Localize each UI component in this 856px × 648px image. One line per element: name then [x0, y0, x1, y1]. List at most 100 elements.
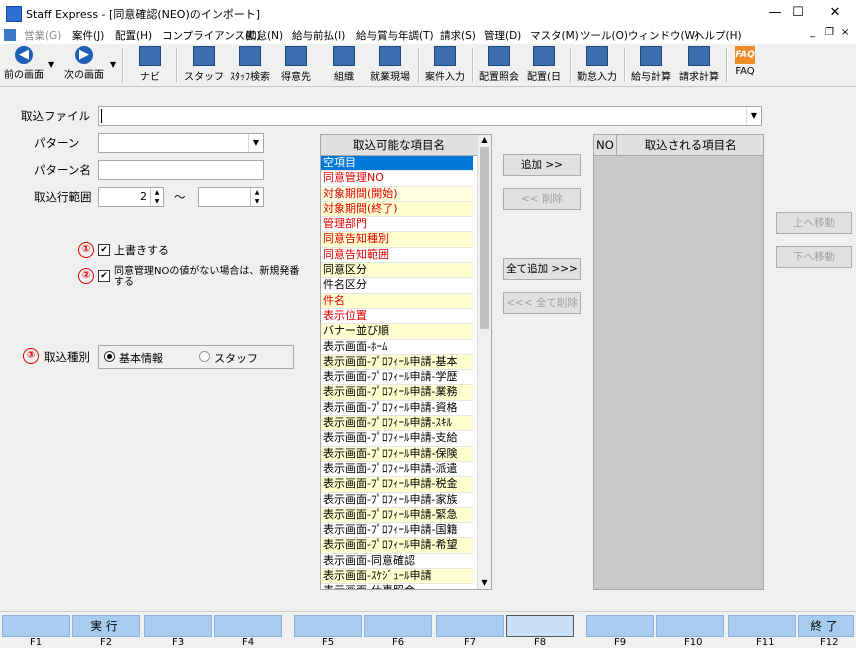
move-up-button[interactable]: 上へ移動: [776, 212, 852, 234]
menu-kanri[interactable]: 管理(D): [484, 28, 521, 43]
available-item-row[interactable]: 表示画面-仕事照会: [321, 584, 473, 589]
available-item-row[interactable]: 表示画面-ﾌﾟﾛﾌｨｰﾙ申請-基本: [321, 354, 473, 371]
row-range-from-spinner[interactable]: 2 ▲ ▼: [98, 187, 164, 207]
available-item-row[interactable]: 同意管理NO: [321, 171, 473, 187]
add-all-button[interactable]: 全て追加 >>>: [503, 258, 581, 280]
new-numbering-checkbox[interactable]: ✔: [98, 270, 110, 282]
menu-eigyo[interactable]: 営業(G): [24, 28, 61, 43]
available-item-row[interactable]: 表示画面-ﾌﾟﾛﾌｨｰﾙ申請-学歴: [321, 370, 473, 386]
spinner-arrows-icon[interactable]: ▲ ▼: [150, 188, 163, 206]
available-item-row[interactable]: 件名区分: [321, 278, 473, 294]
chevron-down-icon[interactable]: ▼: [248, 134, 263, 152]
available-item-row[interactable]: バナー並び順: [321, 324, 473, 340]
available-item-row[interactable]: 対象期間(終了): [321, 201, 473, 218]
menu-anken[interactable]: 案件(J): [72, 28, 104, 43]
staff-search-button[interactable]: ｽﾀｯﾌ検索: [226, 46, 274, 83]
menu-kintai[interactable]: 勤怠(N): [246, 28, 283, 43]
fkey-f11-button[interactable]: [728, 615, 796, 637]
move-down-button[interactable]: 下へ移動: [776, 246, 852, 268]
available-item-row[interactable]: 同意区分: [321, 263, 473, 279]
available-item-row[interactable]: 同意告知範囲: [321, 247, 473, 264]
scrollbar-thumb[interactable]: [480, 147, 489, 329]
placement-inquiry-button[interactable]: 配置照会: [476, 46, 522, 83]
row-range-to-spinner[interactable]: ▲ ▼: [198, 187, 264, 207]
available-item-row[interactable]: 表示画面-ﾌﾟﾛﾌｨｰﾙ申請-派遣: [321, 461, 473, 478]
chevron-down-icon[interactable]: ▼: [746, 107, 761, 125]
available-item-row[interactable]: 件名: [321, 293, 473, 309]
available-item-row[interactable]: 表示画面-ﾌﾟﾛﾌｨｰﾙ申請-希望: [321, 538, 473, 554]
fkey-f9-button[interactable]: [586, 615, 654, 637]
menu-help[interactable]: ヘルプ(H): [694, 28, 742, 43]
staff-button[interactable]: スタッフ: [182, 46, 226, 83]
prev-screen-button[interactable]: ◀ 前の画面: [2, 46, 46, 81]
fkey-f2-button[interactable]: 実行: [72, 615, 140, 637]
pattern-combo[interactable]: ▼: [98, 133, 264, 153]
available-item-row[interactable]: 同意告知種別: [321, 232, 473, 248]
menu-kyuyo-shoyo[interactable]: 給与賞与年調(T): [356, 28, 434, 43]
site-button[interactable]: 就業現場: [366, 46, 414, 83]
fkey-f8-button[interactable]: [506, 615, 574, 637]
add-button[interactable]: 追加 >>: [503, 154, 581, 176]
available-item-row[interactable]: 表示画面-ﾎｰﾑ: [321, 339, 473, 355]
faq-button[interactable]: FAQ FAQ: [730, 46, 760, 77]
menu-tool[interactable]: ツール(O): [580, 28, 628, 43]
import-items-list[interactable]: NO 取込される項目名: [593, 134, 764, 590]
mdi-close-button[interactable]: ×: [841, 27, 849, 38]
available-item-row[interactable]: 表示画面-ｽｹｼﾞｭｰﾙ申請: [321, 569, 473, 585]
spinner-arrows-icon[interactable]: ▲ ▼: [250, 188, 263, 206]
fkey-f7-button[interactable]: [436, 615, 504, 637]
scroll-down-icon[interactable]: ▼: [478, 578, 491, 587]
next-screen-button[interactable]: ▶ 次の画面: [60, 46, 108, 81]
import-file-combo[interactable]: ▼: [98, 106, 762, 126]
available-item-row[interactable]: 表示画面-ﾌﾟﾛﾌｨｰﾙ申請-ｽｷﾙ: [321, 416, 473, 432]
remove-all-button[interactable]: <<< 全て削除: [503, 292, 581, 314]
available-item-row[interactable]: 表示画面-ﾌﾟﾛﾌｨｰﾙ申請-資格: [321, 400, 473, 417]
navi-button[interactable]: ナビ: [130, 46, 170, 83]
available-item-row[interactable]: 表示画面-ﾌﾟﾛﾌｨｰﾙ申請-業務: [321, 385, 473, 401]
available-item-row[interactable]: 対象期間(開始): [321, 186, 473, 202]
client-button[interactable]: 得意先: [276, 46, 316, 83]
mdi-restore-button[interactable]: ❐: [825, 27, 834, 38]
next-dropdown-icon[interactable]: ▼: [110, 60, 116, 69]
attendance-input-button[interactable]: 勤怠入力: [574, 46, 620, 83]
available-item-row[interactable]: 表示画面-同意確認: [321, 553, 473, 570]
menu-master[interactable]: マスタ(M): [530, 28, 579, 43]
fkey-f10-button[interactable]: [656, 615, 724, 637]
available-item-row[interactable]: 表示画面-ﾌﾟﾛﾌｨｰﾙ申請-税金: [321, 477, 473, 493]
available-item-row[interactable]: 表示画面-ﾌﾟﾛﾌｨｰﾙ申請-支給: [321, 431, 473, 447]
fkey-f5-button[interactable]: [294, 615, 362, 637]
available-item-row[interactable]: 空項目: [321, 156, 473, 172]
menu-haichi[interactable]: 配置(H): [115, 28, 152, 43]
available-item-row[interactable]: 表示位置: [321, 308, 473, 325]
payroll-calc-button[interactable]: 給与計算: [628, 46, 674, 83]
case-input-button[interactable]: 案件入力: [422, 46, 468, 83]
fkey-f3-button[interactable]: [144, 615, 212, 637]
menu-window[interactable]: ウィンドウ(W): [628, 28, 699, 43]
maximize-button[interactable]: ☐: [778, 0, 818, 26]
radio-basic-info[interactable]: [104, 351, 115, 362]
pattern-name-input[interactable]: [98, 160, 264, 180]
vertical-scrollbar[interactable]: ▲ ▼: [477, 135, 491, 589]
mdi-minimize-button[interactable]: _: [810, 27, 815, 38]
available-item-row[interactable]: 表示画面-ﾌﾟﾛﾌｨｰﾙ申請-家族: [321, 492, 473, 508]
prev-dropdown-icon[interactable]: ▼: [48, 60, 54, 69]
fkey-f4-button[interactable]: [214, 615, 282, 637]
menu-kyuyo-maebarai[interactable]: 給与前払(I): [292, 28, 345, 43]
overwrite-checkbox[interactable]: ✔: [98, 244, 110, 256]
close-button[interactable]: ✕: [815, 0, 855, 26]
available-item-row[interactable]: 表示画面-ﾌﾟﾛﾌｨｰﾙ申請-国籍: [321, 523, 473, 539]
radio-staff[interactable]: [199, 351, 210, 362]
org-button[interactable]: 組織: [324, 46, 364, 83]
menu-seikyu[interactable]: 請求(S): [440, 28, 476, 43]
available-item-row[interactable]: 管理部門: [321, 217, 473, 233]
scroll-up-icon[interactable]: ▲: [478, 135, 491, 147]
remove-button[interactable]: << 削除: [503, 188, 581, 210]
available-item-row[interactable]: 表示画面-ﾌﾟﾛﾌｨｰﾙ申請-保険: [321, 446, 473, 462]
billing-calc-button[interactable]: 請求計算: [676, 46, 722, 83]
fkey-f12-button[interactable]: 終了: [798, 615, 854, 637]
fkey-f6-button[interactable]: [364, 615, 432, 637]
available-items-list[interactable]: 取込可能な項目名 空項目 同意管理NO 対象期間(開始) 対象期間(終了) 管理部門 同意…: [320, 134, 492, 590]
placement-day-button[interactable]: 配置(日: [524, 46, 564, 83]
fkey-f1-button[interactable]: [2, 615, 70, 637]
available-item-row[interactable]: 表示画面-ﾌﾟﾛﾌｨｰﾙ申請-緊急: [321, 507, 473, 524]
